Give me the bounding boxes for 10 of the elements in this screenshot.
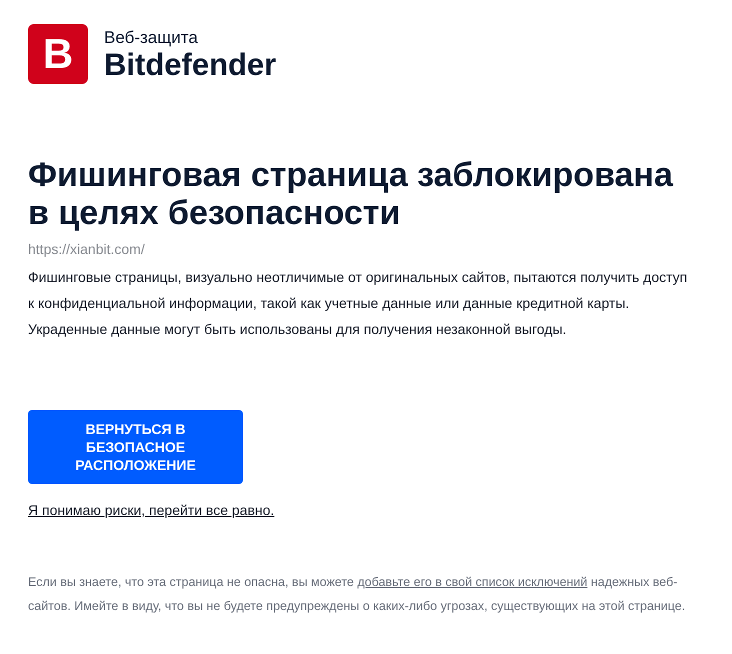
logo-mark: B	[28, 24, 88, 84]
proceed-anyway-link[interactable]: Я понимаю риски, перейти все равно.	[28, 502, 274, 518]
product-name: Веб-защита	[104, 28, 199, 48]
brand-name: Bitdefender	[104, 48, 276, 82]
exception-note: Если вы знаете, что эта страница не опасна, вы можете добавьте его в свой список исключений надежных веб-сайтов. Имейте в виду, что вы не будете предупреждены о каких-либо угрозах, существующих на этой странице.	[28, 574, 686, 615]
page-title: Фишинговая страница заблокирована в целях безопасности	[28, 156, 674, 232]
description-text: Фишинговые страницы, визуально неотличимые от оригинальных сайтов, пытаются получить доступ к конфиденциальной информации, такой как учетные данные или данные кредитной карты. Украденные данные могут быть использованы для получения незаконной выгоды.	[28, 268, 688, 339]
back-to-safety-button[interactable]: ВЕРНУТЬСЯ В БЕЗОПАСНОЕ РАСПОЛОЖЕНИЕ	[28, 410, 243, 484]
blocked-url: https://xianbit.com/	[28, 240, 146, 258]
add-exception-link[interactable]: добавьте его в свой список исключений	[357, 575, 588, 589]
